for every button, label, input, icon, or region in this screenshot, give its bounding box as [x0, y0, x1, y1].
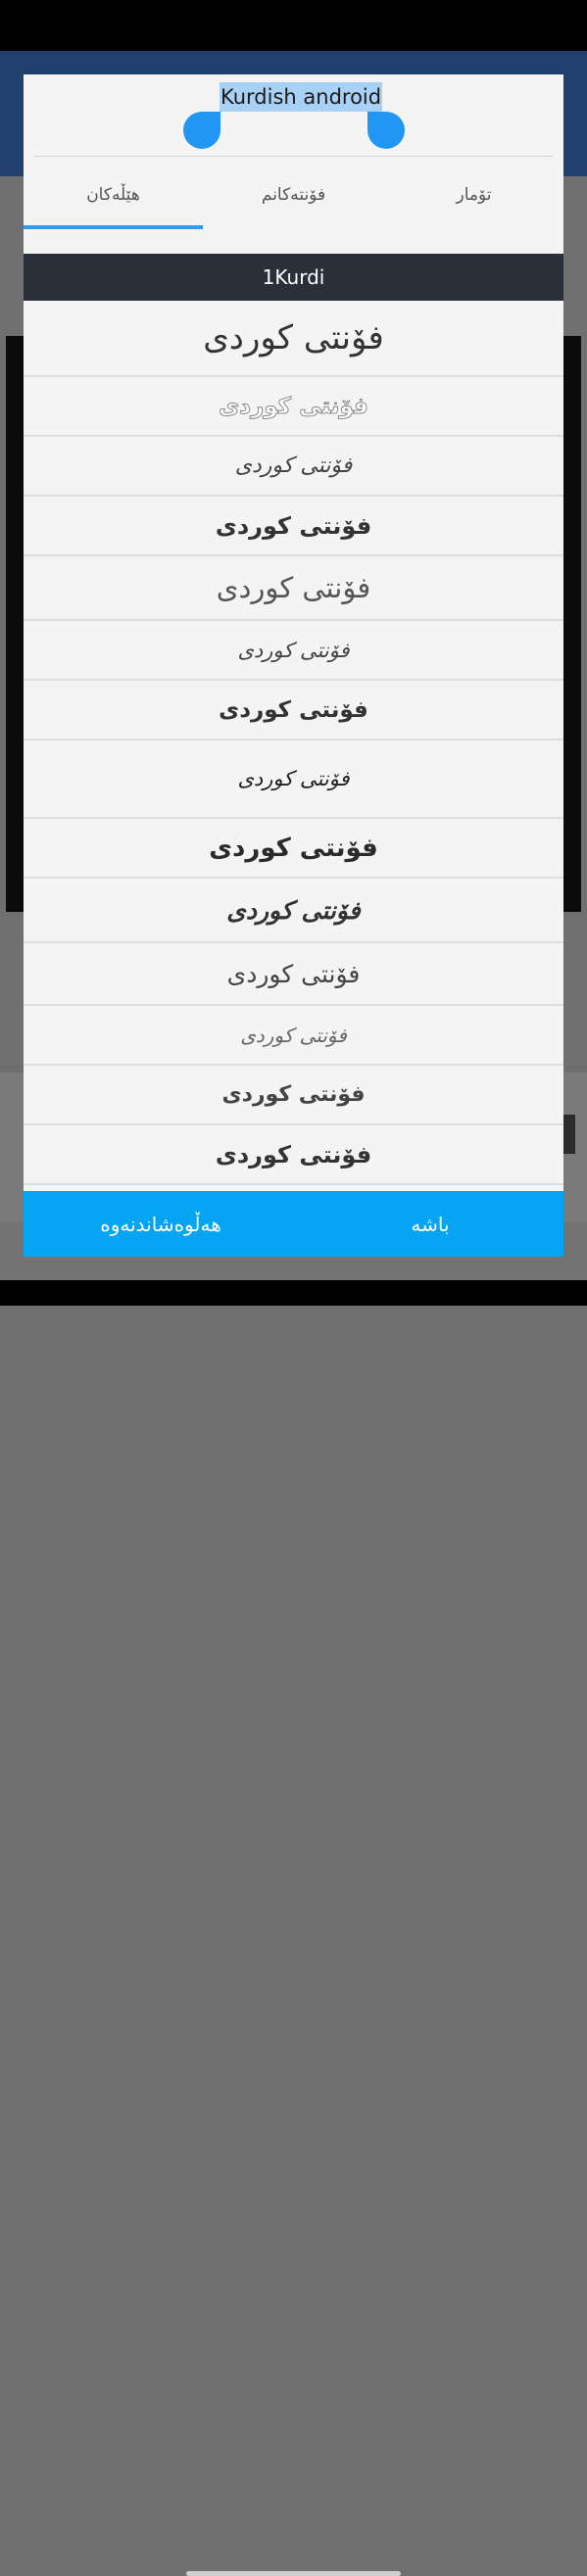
font-option-row[interactable]: فۆنتی کوردی — [24, 301, 563, 377]
tab-label: تۆمار — [456, 185, 492, 205]
status-bar — [0, 0, 587, 51]
tab-label: هێڵەکان — [86, 185, 140, 205]
font-option-row[interactable]: فۆنتی کوردی — [24, 1006, 563, 1066]
font-sample-text: فۆنتی کوردی — [240, 1023, 347, 1047]
font-sample-text: فۆنتی کوردی — [234, 453, 353, 478]
title-divider — [34, 156, 553, 157]
font-sample-text: فۆنتی کوردی — [215, 511, 372, 540]
font-option-row[interactable]: فۆنتی کوردی — [24, 437, 563, 497]
tab-register[interactable]: تۆمار — [384, 161, 563, 229]
font-option-row[interactable]: فۆنتی کوردی — [24, 497, 563, 556]
selection-handle-left-icon[interactable] — [183, 112, 220, 149]
system-nav-bar — [0, 1280, 587, 2576]
font-category-header: 1Kurdi — [24, 254, 563, 301]
font-option-row[interactable]: فۆنتی کوردی — [24, 943, 563, 1006]
font-option-row[interactable]: فۆنتی کوردی — [24, 377, 563, 437]
tab-label: فۆنتەکانم — [261, 185, 326, 205]
font-sample-text: فۆنتی کوردی — [203, 318, 384, 358]
font-option-row[interactable]: فۆنتی کوردی — [24, 681, 563, 740]
font-sample-text: فۆنتی کوردی — [215, 1140, 372, 1169]
dialog-title[interactable]: Kurdish android — [220, 82, 383, 112]
font-option-row[interactable]: فۆنتی کوردی — [24, 1066, 563, 1125]
background-button — [562, 1115, 575, 1154]
font-sample-text: فۆنتی کوردی — [226, 895, 361, 925]
font-sample-text: فۆنتی کوردی — [219, 393, 369, 419]
font-list[interactable]: فۆنتی کوردی فۆنتی کوردی فۆنتی کوردی فۆنتی ک… — [24, 301, 563, 1192]
tab-lines[interactable]: هێڵەکان — [24, 161, 203, 229]
tab-indicator — [24, 225, 203, 229]
tab-my-fonts[interactable]: فۆنتەکانم — [204, 161, 383, 229]
font-option-row[interactable]: فۆنتی کوردی — [24, 879, 563, 943]
cancel-button[interactable]: هەڵوەشاندنەوە — [73, 1191, 249, 1257]
selection-handle-right-icon[interactable] — [367, 112, 405, 149]
font-sample-text: فۆنتی کوردی — [237, 767, 350, 790]
ok-button[interactable]: باشە — [367, 1191, 494, 1257]
font-picker-dialog: Kurdish android هێڵەکان فۆنتەکانم تۆمار … — [24, 74, 563, 1257]
home-indicator[interactable] — [186, 2571, 401, 2576]
font-option-row[interactable]: فۆنتی کوردی — [24, 740, 563, 819]
font-option-row[interactable]: فۆنتی کوردی — [24, 621, 563, 681]
font-option-row[interactable]: فۆنتی کوردی — [24, 819, 563, 879]
dialog-title-area: Kurdish android — [24, 74, 563, 157]
font-sample-text: فۆنتی کوردی — [216, 571, 371, 604]
dialog-footer: هەڵوەشاندنەوە باشە — [24, 1191, 563, 1257]
font-option-row[interactable]: فۆنتی کوردی — [24, 1125, 563, 1185]
font-sample-text: فۆنتی کوردی — [226, 959, 361, 988]
font-sample-text: فۆنتی کوردی — [237, 638, 350, 662]
font-sample-text: فۆنتی کوردی — [221, 1082, 366, 1107]
tab-bar: هێڵەکان فۆنتەکانم تۆمار — [24, 161, 563, 229]
font-sample-text: فۆنتی کوردی — [209, 833, 378, 863]
font-option-row[interactable]: فۆنتی کوردی — [24, 556, 563, 621]
font-sample-text: فۆنتی کوردی — [219, 696, 368, 723]
